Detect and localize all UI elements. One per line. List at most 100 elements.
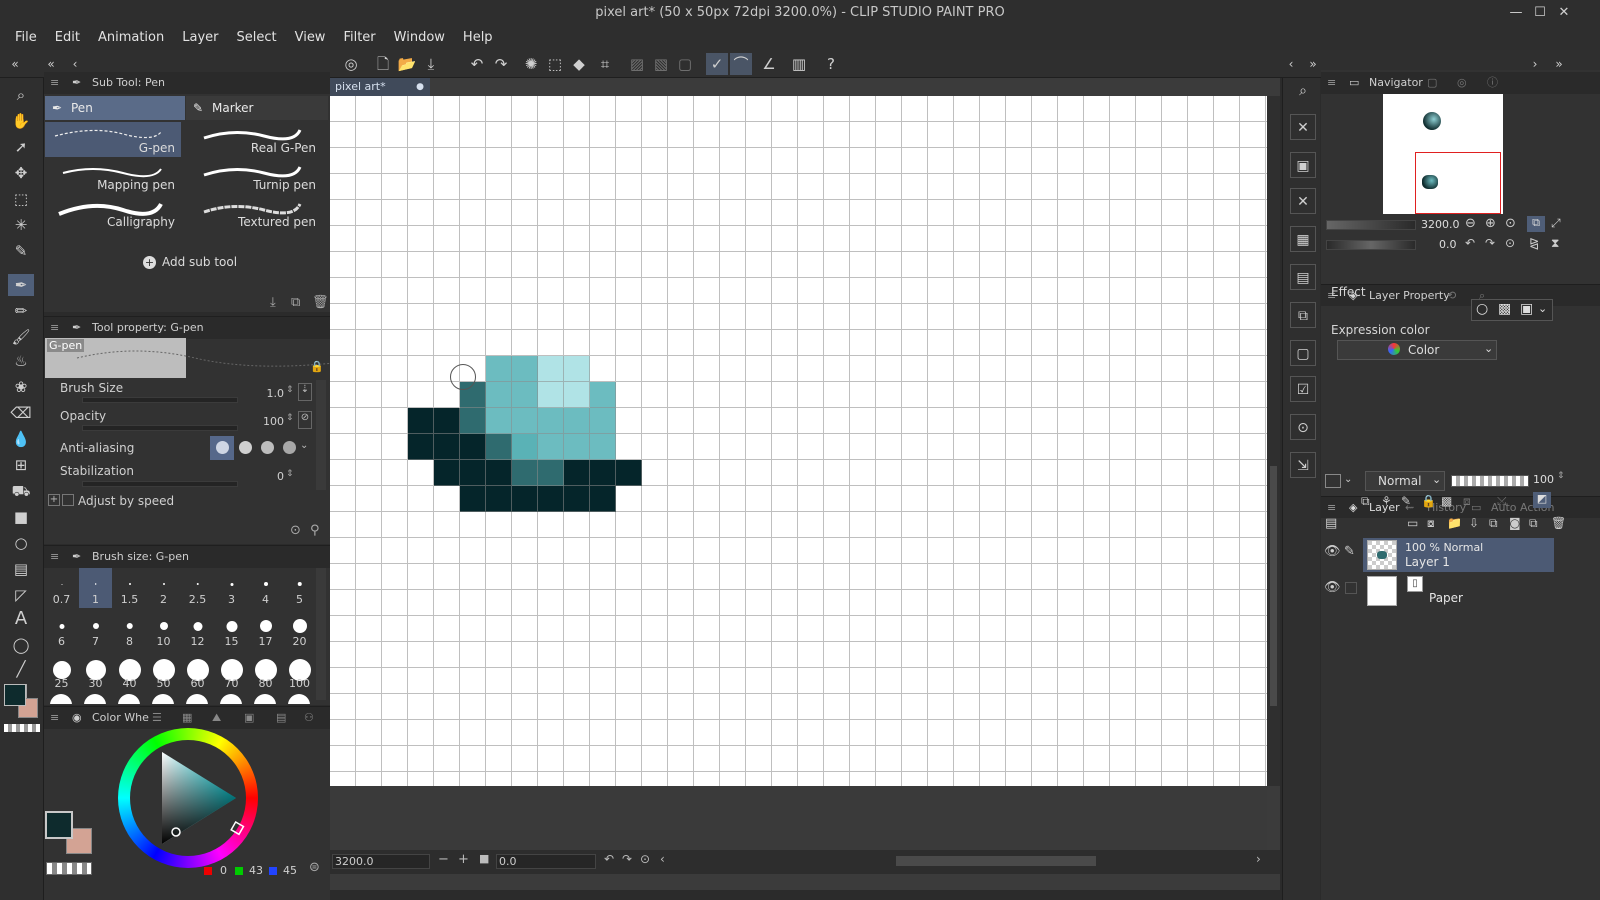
invert-selection-icon[interactable]: ▧ bbox=[650, 53, 672, 75]
editing-pen-icon[interactable]: ✎ bbox=[1344, 544, 1355, 559]
snap-special-ruler-icon[interactable]: ⌒ bbox=[730, 53, 752, 75]
crop-icon[interactable]: ⌗ bbox=[594, 53, 616, 75]
flip-horizontal-icon[interactable]: ⧎ bbox=[1529, 236, 1539, 250]
transform-icon[interactable]: ⬚ bbox=[544, 53, 566, 75]
navigator-fit-icon[interactable]: ⊙ bbox=[1505, 216, 1516, 231]
saturation-triangle[interactable] bbox=[118, 728, 258, 868]
collapse-left-icon[interactable]: « bbox=[4, 53, 26, 75]
close-icon[interactable]: ✕ bbox=[1554, 3, 1574, 23]
brush-size-preset-7[interactable]: 7 bbox=[79, 610, 112, 650]
layer-opacity-stepper[interactable]: ⇕ bbox=[1557, 471, 1565, 481]
brush-turnip-pen[interactable]: Turnip pen bbox=[186, 159, 322, 194]
clip-studio-icon[interactable]: ◎ bbox=[340, 53, 362, 75]
brush-size-preset-1[interactable]: 1 bbox=[79, 568, 112, 608]
brush-calligraphy[interactable]: Calligraphy bbox=[45, 196, 181, 231]
apply-mask-icon[interactable]: ⧉ bbox=[1529, 516, 1538, 531]
layer-row-layer1[interactable]: 👁 ✎ 100 % Normal Layer 1 bbox=[1321, 536, 1600, 572]
transfer-down-icon[interactable]: ⇩ bbox=[1469, 516, 1479, 530]
tab-pen[interactable]: ✒ Pen bbox=[45, 96, 185, 120]
tablet-icon[interactable]: ▥ bbox=[788, 53, 810, 75]
flip-vertical-icon[interactable]: ⧗ bbox=[1551, 236, 1559, 251]
new-folder-icon[interactable]: 📁 bbox=[1447, 516, 1462, 530]
brush-size-preset-5[interactable]: 5 bbox=[283, 568, 316, 608]
drawing-canvas[interactable] bbox=[330, 96, 1267, 786]
rotate-left-icon[interactable]: ↶ bbox=[604, 852, 614, 866]
gradient-icon[interactable]: ■ bbox=[8, 506, 34, 528]
brush-size-preset-80[interactable]: 80 bbox=[249, 652, 282, 692]
fill-icon[interactable]: ◆ bbox=[568, 53, 590, 75]
brush-size-preset-50[interactable]: 50 bbox=[147, 652, 180, 692]
visibility-eye-icon[interactable]: 👁 bbox=[1324, 580, 1341, 595]
info-icon[interactable]: ⓘ bbox=[1487, 72, 1498, 94]
scroll-right-icon[interactable]: › bbox=[1256, 852, 1261, 866]
menu-help[interactable]: Help bbox=[454, 26, 502, 50]
figure-icon[interactable]: ○ bbox=[8, 532, 34, 554]
mesh-icon[interactable]: ⊞ bbox=[8, 454, 34, 476]
open-icon[interactable]: 📂 bbox=[396, 53, 418, 75]
stabilization-stepper[interactable]: ⇕ bbox=[286, 469, 294, 479]
brush-size-preset-25[interactable]: 25 bbox=[45, 652, 78, 692]
maximize-icon[interactable]: ☐ bbox=[1530, 3, 1550, 23]
chevron-down-icon[interactable]: ⌄ bbox=[300, 440, 308, 451]
snap-ruler-icon[interactable]: ✓ bbox=[706, 53, 728, 75]
navigator-preview[interactable] bbox=[1383, 94, 1503, 214]
navigator-rotate-right-icon[interactable]: ↷ bbox=[1485, 236, 1495, 250]
color-mode-icon[interactable]: ⊜ bbox=[309, 860, 320, 875]
color-slider-tab-icon[interactable]: ☰ bbox=[152, 707, 162, 729]
brush-size-preset-100[interactable]: 100 bbox=[283, 652, 316, 692]
combine-icon[interactable]: ⧉ bbox=[1489, 516, 1498, 531]
layer-color-icon[interactable] bbox=[1325, 474, 1341, 488]
brush-textured-pen[interactable]: Textured pen bbox=[186, 196, 322, 231]
brush-size-preset-20[interactable]: 20 bbox=[283, 610, 316, 650]
horizontal-scrollbar[interactable] bbox=[896, 856, 1096, 866]
new-subtool-icon[interactable]: ⧉ bbox=[291, 295, 300, 310]
sub-view-tab-icon[interactable]: ⚇ bbox=[304, 707, 314, 729]
lock-icon[interactable]: 🔒 bbox=[310, 360, 324, 373]
tone-effect-icon[interactable]: ▩ bbox=[1498, 301, 1511, 317]
pen-tool-icon[interactable]: ✒ bbox=[8, 274, 34, 296]
create-mask-icon[interactable]: ◙ bbox=[1509, 516, 1521, 530]
panel-menu-icon[interactable]: ≡ bbox=[50, 546, 59, 568]
expression-color-select[interactable]: Color ⌄ bbox=[1337, 340, 1497, 360]
menu-view[interactable]: View bbox=[286, 26, 335, 50]
menu-layer[interactable]: Layer bbox=[173, 26, 227, 50]
new-raster-layer-icon[interactable]: ▭ bbox=[1407, 516, 1418, 530]
opacity-pressure-icon[interactable]: ⊘ bbox=[298, 411, 312, 429]
material-icon-3[interactable]: ✕ bbox=[1290, 188, 1316, 214]
balloon-icon[interactable]: ◯ bbox=[8, 634, 34, 656]
menu-edit[interactable]: Edit bbox=[46, 26, 89, 50]
brush-g-pen[interactable]: G-pen bbox=[45, 122, 181, 157]
operation-tool-icon[interactable]: ➚ bbox=[8, 136, 34, 158]
brush-size-preset-12[interactable]: 12 bbox=[181, 610, 214, 650]
pencil-tool-icon[interactable]: ✏ bbox=[8, 300, 34, 322]
tool-info-icon[interactable]: ⟲ bbox=[1447, 285, 1456, 307]
brush-mapping-pen[interactable]: Mapping pen bbox=[45, 159, 181, 194]
color-set-tab-icon[interactable]: ▦ bbox=[182, 707, 192, 729]
opacity-stepper[interactable]: ⇕ bbox=[286, 413, 294, 423]
brush-size-preset-8[interactable]: 8 bbox=[113, 610, 146, 650]
lock-layer-icon[interactable]: 🔒 bbox=[1421, 494, 1436, 508]
fit-icon[interactable]: ■ bbox=[479, 852, 489, 865]
fill-tool-icon[interactable]: ⛟ bbox=[8, 480, 34, 502]
navigator-zoom-out-icon[interactable]: ⊖ bbox=[1465, 216, 1476, 231]
clear-icon[interactable]: ✺ bbox=[520, 53, 542, 75]
navigator-rotate-slider[interactable] bbox=[1326, 240, 1416, 250]
redo-icon[interactable]: ↷ bbox=[490, 53, 512, 75]
layer-row-paper[interactable]: 👁 ▯ Paper bbox=[1321, 572, 1600, 608]
brush-size-preset-40[interactable]: 40 bbox=[113, 652, 146, 692]
select-none-icon[interactable]: ▨ bbox=[626, 53, 648, 75]
minimize-icon[interactable]: — bbox=[1506, 3, 1526, 23]
antialias-weak-button[interactable] bbox=[234, 436, 256, 460]
undo-icon[interactable]: ↶ bbox=[466, 53, 488, 75]
arrow-left-right-icon[interactable]: ‹ bbox=[1280, 53, 1302, 75]
antialias-none-button[interactable] bbox=[210, 436, 234, 460]
eraser-icon[interactable]: ⌫ bbox=[8, 402, 34, 424]
frame-icon[interactable]: ▤ bbox=[8, 558, 34, 580]
delete-layer-icon[interactable]: 🗑 bbox=[1551, 516, 1566, 530]
move-layer-icon[interactable]: ✥ bbox=[8, 162, 34, 184]
brush-size-preset-3[interactable]: 3 bbox=[215, 568, 248, 608]
selection-icon[interactable]: ⬚ bbox=[8, 188, 34, 210]
scroll-left-icon[interactable]: ‹ bbox=[660, 852, 665, 866]
opacity-slider[interactable] bbox=[82, 425, 238, 431]
tool-property-scrollbar[interactable] bbox=[316, 380, 326, 490]
